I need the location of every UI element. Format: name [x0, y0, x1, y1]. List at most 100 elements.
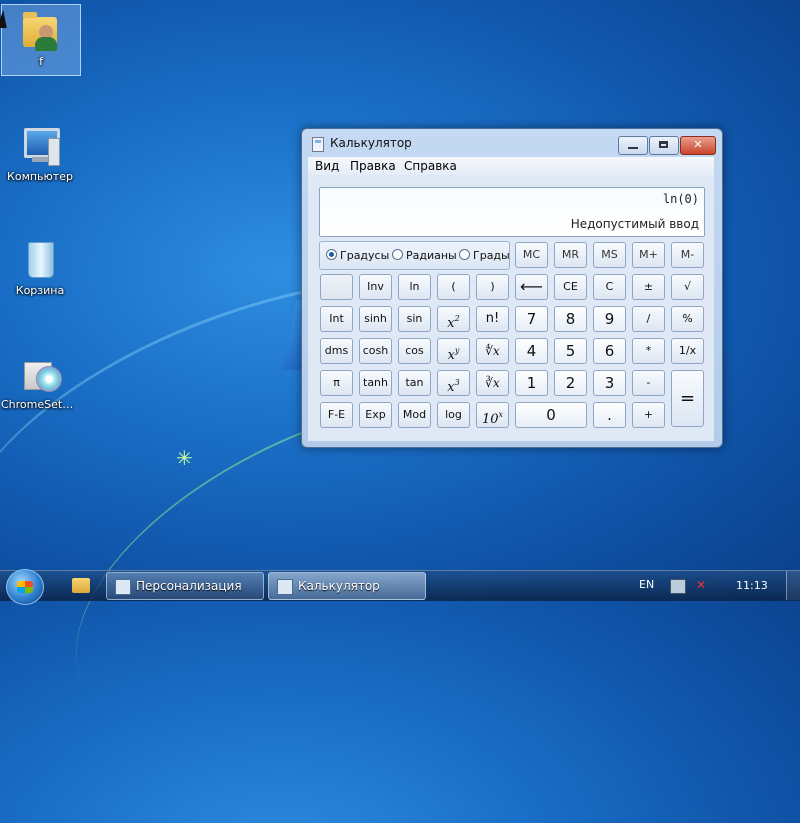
key-plus[interactable]: +	[632, 402, 665, 428]
desktop-icon-recycle-bin[interactable]: Корзина	[1, 234, 79, 297]
menu-bar: Вид Правка Справка	[308, 157, 714, 175]
key-mr[interactable]: MR	[554, 242, 587, 268]
key-pi[interactable]: π	[320, 370, 353, 396]
key-decimal[interactable]: .	[593, 402, 626, 428]
personalization-icon	[115, 579, 131, 595]
radio-unselected-icon	[459, 249, 470, 260]
key-7[interactable]: 7	[515, 306, 548, 332]
calculator-icon	[277, 579, 293, 595]
key-mc[interactable]: MC	[515, 242, 548, 268]
desktop-icon-label: Корзина	[15, 284, 65, 297]
key-x-power-y[interactable]: xy	[437, 338, 470, 364]
key-reciprocal[interactable]: 1/x	[671, 338, 704, 364]
key-4[interactable]: 4	[515, 338, 548, 364]
key-x-cubed[interactable]: x3	[437, 370, 470, 396]
clock[interactable]: 11:13	[736, 579, 768, 592]
windows-logo-icon	[17, 581, 33, 593]
language-indicator[interactable]: EN	[639, 578, 654, 591]
close-icon: ✕	[693, 138, 703, 151]
key-8[interactable]: 8	[554, 306, 587, 332]
calculator-icon	[312, 137, 324, 152]
maximize-button[interactable]	[649, 136, 679, 155]
key-y-root-x[interactable]: ∜x	[476, 338, 509, 364]
key-equals[interactable]: =	[671, 370, 704, 427]
calculator-display: ln(0) Недопустимый ввод	[319, 187, 705, 237]
key-int[interactable]: Int	[320, 306, 353, 332]
key-exp[interactable]: Exp	[359, 402, 392, 428]
calculator-window: Калькулятор ✕ Вид Правка Справка ln(0) Н…	[301, 128, 723, 448]
radio-degrees[interactable]: Градусы	[326, 249, 389, 262]
explorer-icon[interactable]	[72, 578, 90, 593]
key-minus[interactable]: -	[632, 370, 665, 396]
key-dms[interactable]: dms	[320, 338, 353, 364]
desktop-icon-user-folder[interactable]: f	[1, 4, 81, 76]
key-right-paren[interactable]: )	[476, 274, 509, 300]
desktop-icon-installer[interactable]: ChromeSetu...	[1, 348, 79, 411]
key-left-paren[interactable]: (	[437, 274, 470, 300]
taskbar-button-label: Персонализация	[136, 579, 242, 593]
key-3[interactable]: 3	[593, 370, 626, 396]
key-cos[interactable]: cos	[398, 338, 431, 364]
computer-icon	[18, 124, 62, 168]
key-percent[interactable]: %	[671, 306, 704, 332]
volume-muted-icon[interactable]: ✕	[694, 579, 708, 592]
calculator-body: Вид Правка Справка ln(0) Недопустимый вв…	[308, 157, 714, 441]
show-desktop-button[interactable]	[786, 571, 800, 600]
desktop-icon-computer[interactable]: Компьютер	[1, 120, 79, 183]
desktop-icon-label: Компьютер	[7, 170, 73, 183]
maximize-icon	[659, 141, 668, 148]
key-divide[interactable]: /	[632, 306, 665, 332]
display-result: Недопустимый ввод	[570, 217, 699, 231]
key-tanh[interactable]: tanh	[359, 370, 392, 396]
key-2[interactable]: 2	[554, 370, 587, 396]
display-expression: ln(0)	[662, 192, 699, 206]
key-1[interactable]: 1	[515, 370, 548, 396]
taskbar-button-label: Калькулятор	[298, 579, 380, 593]
key-ms[interactable]: MS	[593, 242, 626, 268]
key-log[interactable]: log	[437, 402, 470, 428]
key-9[interactable]: 9	[593, 306, 626, 332]
key-ce[interactable]: CE	[554, 274, 587, 300]
desktop-icon-label: ChromeSetu...	[1, 398, 79, 411]
minimize-icon	[628, 147, 638, 149]
key-plus-minus[interactable]: ±	[632, 274, 665, 300]
key-ten-power-x[interactable]: 10x	[476, 402, 509, 428]
key-6[interactable]: 6	[593, 338, 626, 364]
key-m-minus[interactable]: M-	[671, 242, 704, 268]
key-cube-root[interactable]: ∛x	[476, 370, 509, 396]
key-sin[interactable]: sin	[398, 306, 431, 332]
key-m-plus[interactable]: M+	[632, 242, 665, 268]
network-icon[interactable]	[670, 579, 686, 594]
radio-unselected-icon	[392, 249, 403, 260]
close-button[interactable]: ✕	[680, 136, 716, 155]
radio-radians[interactable]: Радианы	[392, 249, 457, 262]
key-sinh[interactable]: sinh	[359, 306, 392, 332]
key-factorial[interactable]: n!	[476, 306, 509, 332]
radio-grads[interactable]: Грады	[459, 249, 510, 262]
key-cosh[interactable]: cosh	[359, 338, 392, 364]
key-f-e[interactable]: F-E	[320, 402, 353, 428]
key-tan[interactable]: tan	[398, 370, 431, 396]
user-folder-icon	[19, 9, 63, 53]
menu-edit[interactable]: Правка	[350, 159, 396, 173]
key-x-squared[interactable]: x2	[437, 306, 470, 332]
key-blank	[320, 274, 353, 300]
angle-unit-group: Градусы Радианы Грады	[319, 241, 510, 270]
key-inv[interactable]: Inv	[359, 274, 392, 300]
key-backspace[interactable]: ⟵	[515, 274, 548, 300]
key-c[interactable]: C	[593, 274, 626, 300]
key-5[interactable]: 5	[554, 338, 587, 364]
title-bar[interactable]: Калькулятор ✕	[302, 129, 722, 157]
key-ln[interactable]: ln	[398, 274, 431, 300]
key-mod[interactable]: Mod	[398, 402, 431, 428]
installer-icon	[18, 352, 62, 396]
menu-help[interactable]: Справка	[404, 159, 457, 173]
taskbar-button-calculator[interactable]: Калькулятор	[268, 572, 426, 600]
taskbar-button-personalization[interactable]: Персонализация	[106, 572, 264, 600]
key-sqrt[interactable]: √	[671, 274, 704, 300]
key-multiply[interactable]: *	[632, 338, 665, 364]
minimize-button[interactable]	[618, 136, 648, 155]
key-0[interactable]: 0	[515, 402, 587, 428]
window-title: Калькулятор	[330, 136, 412, 150]
menu-view[interactable]: Вид	[315, 159, 339, 173]
